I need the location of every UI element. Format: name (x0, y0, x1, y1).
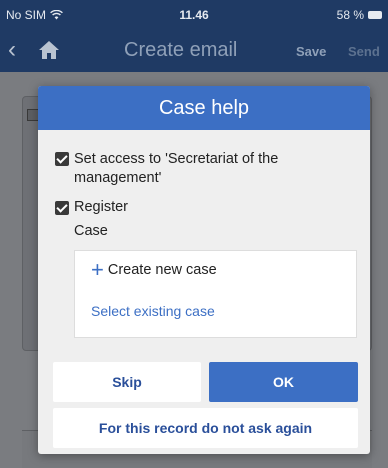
save-button[interactable]: Save (296, 44, 326, 59)
home-icon[interactable] (38, 40, 60, 60)
skip-button[interactable]: Skip (53, 362, 201, 402)
clock: 11.46 (179, 8, 209, 22)
access-checkbox-row[interactable]: Set access to 'Secretariat of the manage… (55, 150, 355, 188)
nav-bar: ‹ Create email Save Send (0, 28, 388, 72)
send-button[interactable]: Send (348, 44, 380, 59)
select-existing-case-link[interactable]: Select existing case (91, 303, 215, 319)
case-help-dialog: Case help Set access to 'Secretariat of … (38, 86, 370, 454)
battery-info: 58 % (337, 8, 382, 22)
access-checkbox-label: Set access to 'Secretariat of the manage… (74, 151, 279, 186)
status-bar: No SIM 11.46 58 % (0, 0, 388, 28)
back-chevron-icon[interactable]: ‹ (8, 36, 16, 64)
do-not-ask-again-button[interactable]: For this record do not ask again (53, 408, 358, 448)
case-label: Case (74, 223, 108, 239)
register-checkbox-row[interactable]: Register (55, 199, 128, 215)
dialog-title: Case help (38, 86, 370, 130)
create-new-case-button[interactable]: + Create new case (91, 257, 217, 282)
plus-icon: + (91, 257, 104, 282)
register-checkbox[interactable] (55, 201, 69, 215)
page-title: Create email (124, 39, 238, 61)
ok-button[interactable]: OK (209, 362, 358, 402)
access-checkbox[interactable] (55, 152, 69, 166)
battery-icon (368, 11, 382, 19)
case-options-box: + Create new case Select existing case (74, 250, 357, 338)
battery-percent: 58 % (336, 8, 364, 22)
register-checkbox-label: Register (74, 199, 128, 215)
create-new-case-label: Create new case (107, 262, 217, 278)
